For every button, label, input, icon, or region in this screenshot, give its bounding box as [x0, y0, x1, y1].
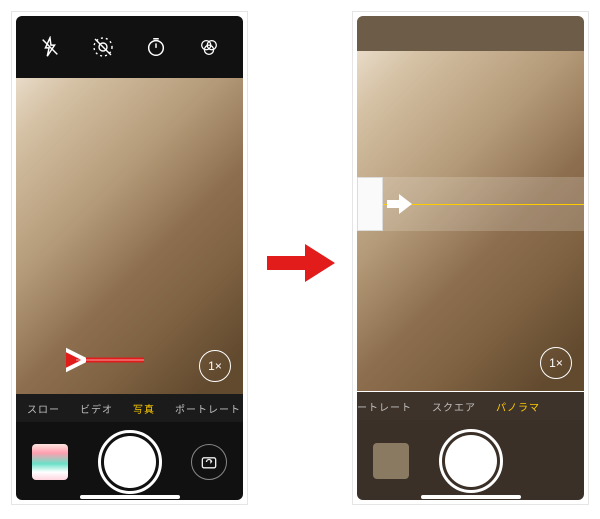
phone-after: 1× ートレート スクエア パノラマ	[352, 11, 589, 505]
mode-pano[interactable]: パノラマ	[496, 399, 540, 414]
mode-square[interactable]: スクエア	[432, 399, 476, 414]
zoom-label: 1×	[549, 356, 563, 370]
last-photo-thumbnail[interactable]	[373, 443, 409, 479]
panorama-track	[357, 177, 584, 231]
mode-portrait-partial[interactable]: ートレート	[357, 399, 412, 414]
last-photo-thumbnail[interactable]	[32, 444, 68, 480]
shutter-ring	[98, 430, 162, 494]
viewfinder[interactable]: 1×	[16, 78, 243, 394]
filters-toggle[interactable]	[196, 34, 222, 60]
spacer	[532, 443, 568, 479]
mode-strip[interactable]: ス スロー ビデオ 写真 ポートレート スクエア	[16, 394, 243, 422]
live-photo-toggle[interactable]	[90, 34, 116, 60]
home-indicator[interactable]	[80, 495, 180, 499]
viewfinder[interactable]: 1×	[357, 51, 584, 391]
status-spacer	[357, 16, 584, 51]
transition-arrow	[265, 240, 337, 291]
zoom-button[interactable]: 1×	[199, 350, 231, 382]
shutter-button[interactable]	[104, 436, 156, 488]
mode-strip[interactable]: ートレート スクエア パノラマ	[357, 392, 584, 420]
mode-photo[interactable]: 写真	[133, 401, 155, 416]
swipe-left-annotation	[66, 346, 150, 379]
timer-toggle[interactable]	[143, 34, 169, 60]
zoom-button[interactable]: 1×	[540, 347, 572, 379]
home-indicator[interactable]	[421, 495, 521, 499]
panorama-frame	[357, 177, 383, 231]
mode-portrait[interactable]: ポートレート	[175, 401, 241, 416]
camera-top-bar	[16, 16, 243, 78]
zoom-label: 1×	[208, 359, 222, 373]
flash-toggle[interactable]	[37, 34, 63, 60]
mode-slow[interactable]: スロー	[27, 401, 60, 416]
thumbnail-image	[32, 444, 68, 480]
phone-before: 1× ス スロー ビデオ 写真 ポートレート スクエア	[11, 11, 248, 505]
shutter-ring	[439, 429, 503, 493]
camera-flip-button[interactable]	[191, 444, 227, 480]
camera-bottom-bar	[16, 422, 243, 500]
camera-bottom-bar	[357, 420, 584, 500]
shutter-button[interactable]	[445, 435, 497, 487]
mode-video[interactable]: ビデオ	[80, 401, 113, 416]
panorama-direction-arrow-icon[interactable]	[387, 193, 413, 215]
